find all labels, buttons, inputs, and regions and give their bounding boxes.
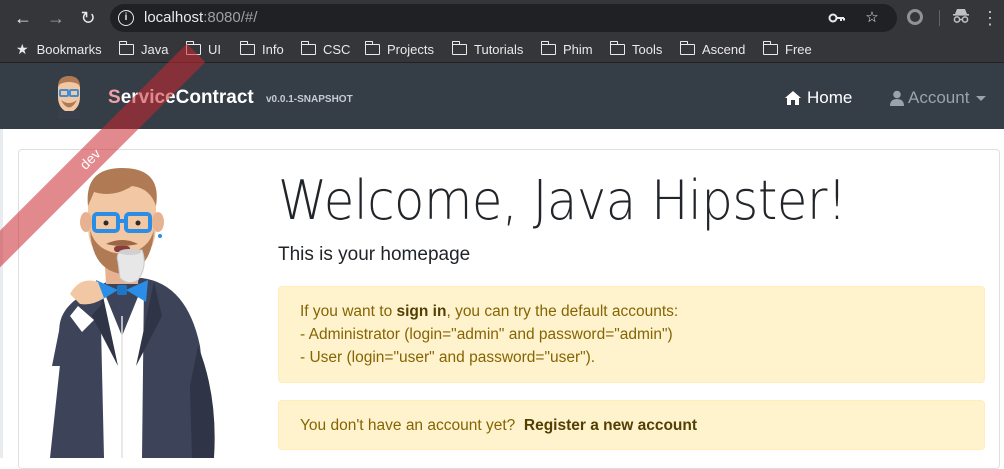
folder-icon — [540, 40, 556, 55]
folder-icon — [118, 40, 134, 55]
back-icon[interactable]: ← — [12, 7, 34, 29]
bookmark-folder-label: Info — [262, 41, 284, 57]
bookmark-folder-label: Phim — [563, 41, 593, 57]
bookmark-folder-label: Tutorials — [474, 41, 524, 57]
folder-icon — [609, 40, 625, 55]
bookmark-folder[interactable]: Tutorials — [451, 40, 524, 58]
url-path: :8080/#/ — [203, 9, 258, 26]
url-host: localhost — [144, 9, 204, 26]
bookmark-folder[interactable]: Projects — [364, 40, 434, 58]
nav-account-dropdown[interactable]: Account — [890, 88, 987, 108]
bookmark-folder-label: Tools — [632, 41, 663, 57]
bookmark-folder[interactable]: Free — [762, 40, 812, 58]
bookmarks-bar: ★ Bookmarks Java UI Info CSC Projects Tu… — [0, 35, 1004, 63]
brand-first-letter: S — [108, 87, 121, 108]
folder-icon — [762, 40, 778, 55]
extension-circle-icon[interactable] — [905, 8, 925, 28]
folder-icon — [451, 40, 467, 55]
key-icon[interactable] — [828, 9, 846, 27]
signin-prefix: If you want to — [300, 303, 397, 320]
chevron-down-icon — [976, 95, 987, 101]
nav-home-label: Home — [807, 88, 853, 107]
bookmark-folder-label: UI — [208, 41, 221, 57]
register-prompt: You don't have an account yet? — [300, 417, 516, 434]
default-accounts-alert: If you want to sign in, you can try the … — [278, 286, 985, 383]
hipster-logo-icon[interactable] — [50, 73, 88, 119]
folder-icon — [679, 40, 695, 55]
home-icon — [785, 91, 801, 105]
bookmark-folder[interactable]: Tools — [609, 40, 663, 58]
admin-account-line: - Administrator (login="admin" and passw… — [300, 326, 673, 343]
toolbar-divider — [939, 10, 940, 26]
signin-line: If you want to sign in, you can try the … — [300, 300, 963, 323]
reload-icon[interactable]: ↻ — [77, 7, 99, 29]
page-title: Welcome, Java Hipster! — [278, 169, 847, 232]
hipster-illustration — [50, 168, 215, 458]
bookmark-folder-label: Ascend — [702, 41, 746, 57]
bookmarks-button[interactable]: ★ Bookmarks — [16, 40, 102, 58]
folder-icon — [364, 40, 380, 55]
bookmark-folder[interactable]: CSC — [300, 40, 351, 58]
bookmark-star-icon: ★ — [16, 40, 29, 57]
signin-suffix: , you can try the default accounts: — [446, 303, 679, 320]
bookmarks-label: Bookmarks — [36, 41, 102, 57]
user-icon — [890, 90, 904, 106]
bookmark-folder-label: Projects — [387, 41, 434, 57]
bookmark-folder[interactable]: Info — [239, 40, 284, 58]
site-info-icon[interactable]: i — [118, 10, 134, 26]
page-subtitle: This is your homepage — [278, 244, 471, 265]
bookmark-folder[interactable]: Java — [118, 40, 169, 58]
forward-icon[interactable]: → — [45, 7, 67, 29]
address-bar[interactable]: i localhost:8080/#/ ☆ — [110, 4, 897, 32]
bookmark-folder-label: CSC — [323, 41, 351, 57]
menu-icon[interactable]: ⋮ — [980, 8, 1000, 28]
bookmark-folder[interactable]: Ascend — [679, 40, 746, 58]
signin-link[interactable]: sign in — [397, 303, 447, 320]
user-account-line: - User (login="user" and password="user"… — [300, 349, 596, 366]
folder-icon — [239, 40, 255, 55]
register-alert: You don't have an account yet? Register … — [278, 400, 985, 450]
folder-icon — [300, 40, 316, 55]
bookmark-folder-label: Free — [785, 41, 812, 57]
nav-account-label: Account — [908, 88, 970, 107]
page-edge — [0, 129, 3, 458]
browser-toolbar: ← → ↻ i localhost:8080/#/ ☆ ⋮ — [0, 0, 1004, 35]
incognito-icon[interactable] — [951, 8, 971, 28]
bookmark-folder[interactable]: Phim — [540, 40, 593, 58]
bookmark-folder-label: Java — [141, 41, 169, 57]
url-text[interactable]: localhost:8080/#/ — [144, 9, 257, 26]
nav-home-link[interactable]: Home — [784, 88, 852, 108]
star-icon[interactable]: ☆ — [863, 9, 881, 27]
app-version: v0.0.1-SNAPSHOT — [266, 94, 353, 105]
register-link[interactable]: Register a new account — [524, 417, 697, 434]
